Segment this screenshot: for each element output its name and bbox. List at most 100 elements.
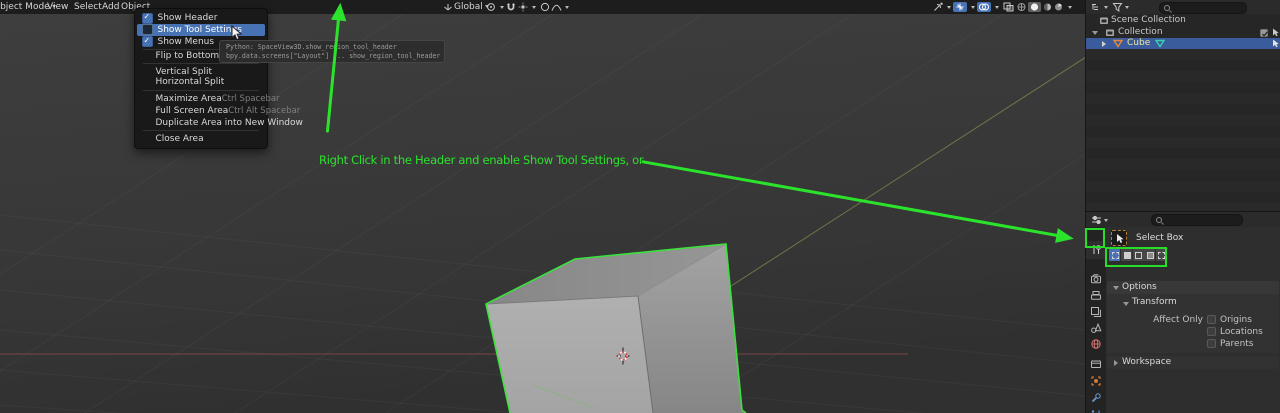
checkbox-unchecked-icon (141, 24, 153, 36)
pivot-point-icon[interactable] (486, 2, 497, 12)
tab-view-layer[interactable] (1090, 306, 1102, 318)
chevron-down-icon[interactable] (1104, 6, 1108, 9)
row-label: Collection (1118, 27, 1163, 37)
header-context-menu: Show Header Show Tool Settings Show Menu… (133, 7, 303, 149)
tab-particles[interactable] (1090, 408, 1102, 413)
menu-item-vertical-split[interactable]: Vertical Split (137, 66, 265, 78)
orientation-dropdown[interactable]: Global (454, 0, 489, 14)
selectable-icon[interactable] (1272, 39, 1280, 48)
origins-label: Origins (1220, 315, 1252, 325)
menu-view[interactable]: View (47, 0, 68, 14)
snap-target-icon[interactable] (518, 2, 528, 12)
active-tool-button[interactable] (1111, 230, 1127, 246)
scene-collection-icon (1099, 16, 1109, 25)
tab-world[interactable] (1090, 338, 1102, 350)
snap-magnet-icon[interactable] (506, 2, 516, 12)
menu-separator (142, 63, 259, 64)
menu-item-maximize-area[interactable]: Maximize Area Ctrl Spacebar (137, 93, 280, 105)
menu-separator (142, 130, 259, 131)
checkbox-checked-icon (141, 12, 153, 24)
row-label: Scene Collection (1111, 15, 1186, 25)
search-icon (1164, 4, 1170, 11)
chevron-down-icon[interactable] (1068, 6, 1072, 9)
properties-panel: Select Box Options Transform Affect Only… (1086, 212, 1280, 413)
chevron-down-icon[interactable] (971, 6, 975, 9)
shading-material-button[interactable] (1043, 2, 1052, 12)
annotation-box-tool-tab (1085, 228, 1105, 248)
proportional-editing-icon[interactable] (540, 2, 550, 12)
blender-window: Object Mode View Select Add Object Globa… (0, 0, 1280, 413)
expander-icon[interactable] (1092, 30, 1098, 35)
outliner-row-cube[interactable]: Cube (1086, 38, 1280, 49)
mesh-object-icon (1113, 39, 1123, 48)
tool-name-label: Select Box (1136, 233, 1184, 243)
tooltip-line2: bpy.data.screens["Layout"] ... show_regi… (226, 52, 441, 60)
menu-separator (142, 89, 259, 91)
python-tooltip: Python: SpaceView3D.show_region_tool_hea… (219, 40, 445, 63)
outliner-search-input[interactable] (1159, 1, 1247, 14)
options-panel: Options Transform Affect Only Origins Lo… (1107, 281, 1279, 353)
visibility-filter-icon[interactable] (933, 2, 944, 12)
transform-label: Transform (1132, 297, 1177, 307)
menu-item-close-area[interactable]: Close Area (137, 133, 265, 145)
exclude-checkbox[interactable] (1260, 28, 1268, 37)
outliner-empty-rows (1086, 49, 1280, 211)
menu-add[interactable]: Add (102, 0, 119, 14)
options-label: Options (1122, 282, 1157, 292)
chevron-down-icon[interactable] (1125, 6, 1129, 9)
collection-icon (1105, 28, 1115, 37)
search-icon (1156, 217, 1162, 223)
annotation-box-mode-buttons (1105, 247, 1167, 267)
show-gizmo-toggle[interactable] (953, 2, 967, 12)
row-label: Cube (1127, 38, 1151, 48)
locations-checkbox[interactable] (1207, 327, 1216, 336)
selectable-icon[interactable] (1272, 28, 1280, 37)
show-overlays-toggle[interactable] (977, 2, 991, 12)
properties-header (1086, 212, 1280, 227)
properties-tab-strip (1086, 227, 1106, 413)
menu-item-show-tool-settings[interactable]: Show Tool Settings (136, 24, 265, 36)
menu-item-full-screen-area[interactable]: Full Screen Area Ctrl Alt Spacebar (137, 105, 301, 117)
outliner-row-collection[interactable]: Collection (1086, 27, 1280, 38)
tab-modifiers[interactable] (1090, 392, 1102, 404)
chevron-down-icon[interactable] (1104, 219, 1108, 222)
shading-solid-button[interactable] (1028, 2, 1041, 12)
shading-wireframe-button[interactable] (1017, 2, 1026, 12)
menu-item-horizontal-split[interactable]: Horizontal Split (137, 77, 265, 89)
tab-collection[interactable] (1090, 358, 1102, 370)
outliner-row-scene-collection[interactable]: Scene Collection (1086, 15, 1280, 26)
expander-icon[interactable] (1102, 40, 1106, 47)
origins-checkbox[interactable] (1207, 315, 1216, 324)
editor-type-icon[interactable] (1091, 2, 1102, 12)
mode-label: Object Mode (0, 2, 50, 12)
locations-label: Locations (1220, 327, 1263, 337)
tab-render[interactable] (1090, 273, 1102, 285)
chevron-down-icon[interactable] (995, 6, 999, 9)
outliner-header (1086, 0, 1280, 14)
workspace-panel[interactable]: Workspace (1107, 356, 1279, 369)
menu-item-show-header[interactable]: Show Header (137, 12, 265, 25)
menu-select[interactable]: Select (74, 0, 102, 14)
shading-rendered-button[interactable] (1054, 2, 1063, 12)
menu-item-duplicate-area[interactable]: Duplicate Area into New Window (137, 117, 303, 129)
tab-object[interactable] (1090, 375, 1102, 387)
tab-scene[interactable] (1090, 322, 1102, 334)
toggle-xray-icon[interactable] (1003, 2, 1014, 12)
chevron-down-icon[interactable] (947, 6, 951, 9)
parents-checkbox[interactable] (1207, 339, 1216, 348)
tab-output[interactable] (1090, 290, 1102, 302)
mesh-data-icon (1155, 39, 1165, 48)
options-panel-header[interactable]: Options (1107, 281, 1279, 294)
editor-type-icon[interactable] (1091, 215, 1102, 225)
checkbox-checked-icon (141, 36, 153, 48)
chevron-down-icon[interactable] (532, 6, 536, 9)
filter-icon[interactable] (1112, 2, 1123, 12)
editor-divider[interactable] (1086, 211, 1280, 212)
chevron-down-icon[interactable] (500, 6, 504, 9)
falloff-curve-icon[interactable] (551, 2, 562, 12)
properties-search-input[interactable] (1151, 214, 1243, 226)
annotation-text: Right Click in the Header and enable Sho… (319, 153, 644, 167)
editor-divider[interactable] (1085, 0, 1086, 413)
chevron-down-icon[interactable] (565, 6, 569, 9)
outliner-panel: Scene Collection Collection Cube (1086, 0, 1280, 211)
